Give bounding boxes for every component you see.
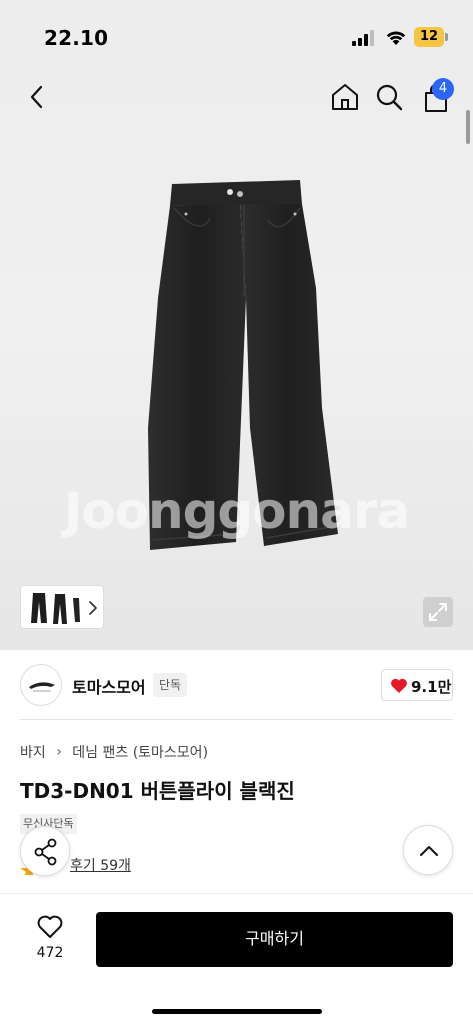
chevron-up-icon xyxy=(420,846,438,856)
bottom-action-bar: 472 구매하기 xyxy=(0,893,473,1024)
battery-icon: 12 xyxy=(414,27,448,47)
status-time: 22.10 xyxy=(44,26,109,50)
status-bar: 22.10 12 xyxy=(0,0,473,70)
scroll-to-top-button[interactable] xyxy=(403,825,453,875)
product-title: TD3-DN01 버튼플라이 블랙진 xyxy=(20,779,295,803)
cellular-signal-icon xyxy=(352,30,374,46)
brand-name[interactable]: 토마스모어 xyxy=(72,674,146,698)
cart-count-badge: 4 xyxy=(432,78,454,100)
buy-button[interactable]: 구매하기 xyxy=(96,912,453,967)
share-icon xyxy=(34,838,57,866)
brand-logo-mark xyxy=(29,682,55,692)
expand-icon[interactable] xyxy=(423,597,453,627)
wishlist-button[interactable]: 472 xyxy=(22,912,78,970)
chevron-left-icon[interactable] xyxy=(22,82,52,112)
home-indicator xyxy=(152,1009,322,1014)
like-count: 9.1만 xyxy=(411,678,452,696)
like-button[interactable]: 9.1만 xyxy=(381,669,453,701)
share-button[interactable] xyxy=(20,826,70,876)
watermark-text: Joonggonara xyxy=(63,482,411,540)
scrollbar[interactable] xyxy=(466,110,470,144)
product-image-area[interactable]: 4 Joonggonara xyxy=(0,70,473,650)
chevron-right-icon[interactable] xyxy=(87,598,99,618)
brand-logo[interactable] xyxy=(20,664,62,706)
image-thumbnail-strip[interactable] xyxy=(20,585,104,629)
breadcrumb-item-subcategory[interactable]: 데님 팬츠 (토마스모어) xyxy=(72,745,208,761)
breadcrumb: 바지 › 데님 팬츠 (토마스모어) xyxy=(20,742,208,762)
breadcrumb-separator-icon: › xyxy=(56,744,62,760)
search-icon[interactable] xyxy=(374,82,404,112)
heart-filled-icon xyxy=(391,678,407,693)
battery-level: 12 xyxy=(419,29,439,44)
breadcrumb-item-category[interactable]: 바지 xyxy=(20,745,46,761)
thumbnail-image[interactable] xyxy=(25,590,81,626)
brand-exclusive-tag: 단독 xyxy=(153,673,188,697)
divider xyxy=(20,719,453,720)
heart-outline-icon xyxy=(37,915,63,938)
home-icon[interactable] xyxy=(330,82,360,112)
review-link[interactable]: 후기 59개 xyxy=(70,855,131,875)
wifi-icon xyxy=(386,31,406,45)
wishlist-count: 472 xyxy=(36,945,64,961)
